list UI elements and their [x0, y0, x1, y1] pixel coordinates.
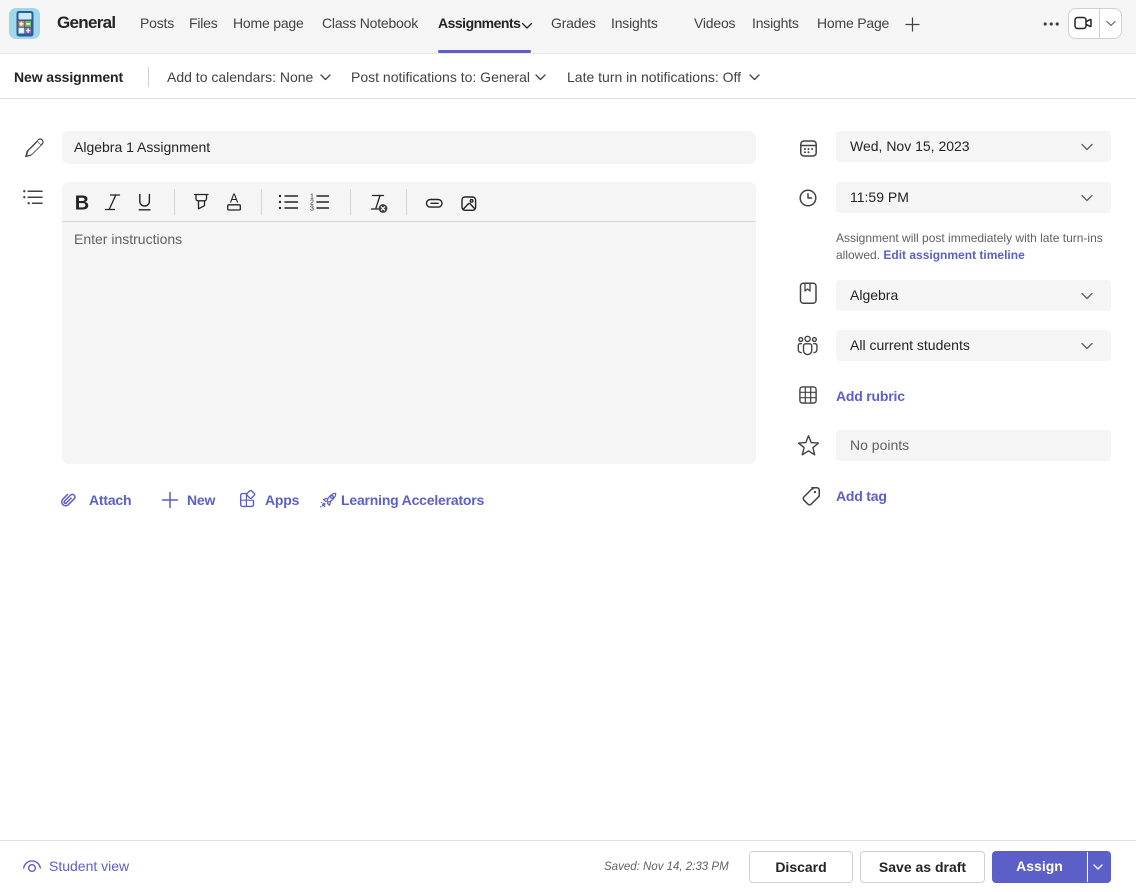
- svg-text:B: B: [75, 193, 89, 215]
- svg-text:A: A: [230, 192, 239, 206]
- svg-text:3: 3: [310, 206, 314, 213]
